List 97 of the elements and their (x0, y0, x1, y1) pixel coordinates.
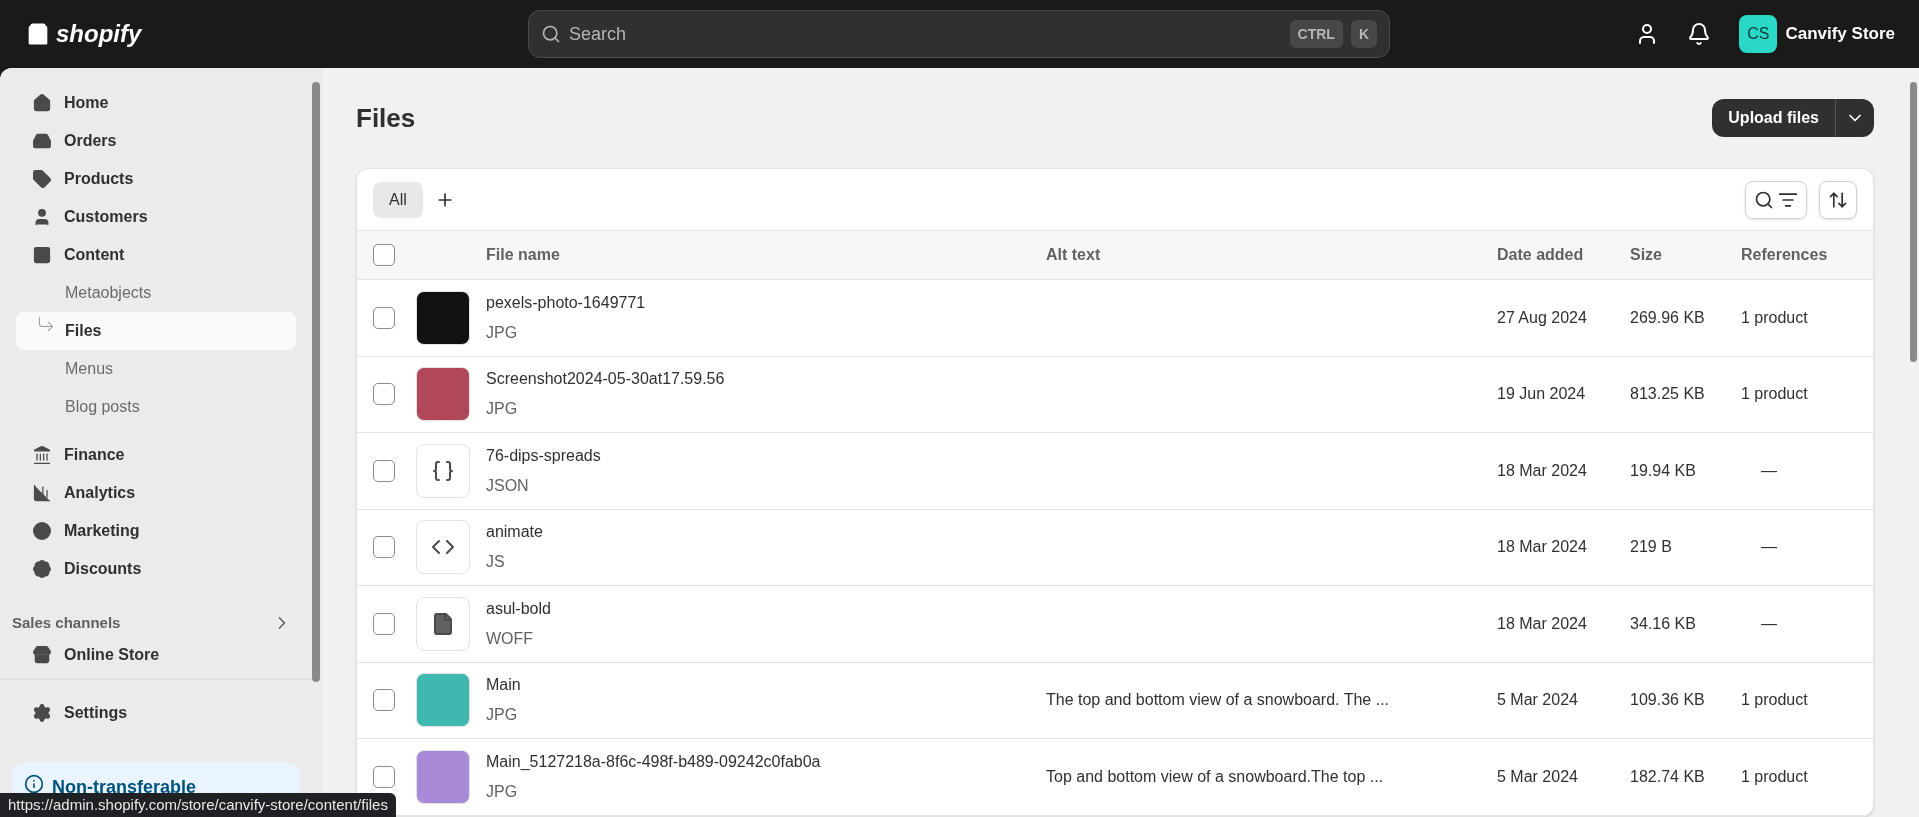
nav-icon (32, 131, 52, 151)
checkbox[interactable] (373, 306, 395, 329)
date-cell-text: 5 Mar 2024 (1497, 690, 1579, 711)
search-field[interactable]: Search (569, 20, 1282, 48)
nav-subitem[interactable]: Files (16, 312, 296, 350)
references-cell-text: 1 product (1741, 766, 1809, 787)
branch-icon (36, 314, 56, 334)
nav-subitem[interactable]: Metaobjects (16, 274, 296, 312)
nav-item[interactable]: Customers (16, 198, 296, 236)
nav-icon (32, 559, 52, 579)
column-header: File name (486, 245, 561, 265)
nav-icon (32, 702, 52, 723)
references-cell-text: 1 product (1741, 384, 1809, 405)
search-icon (541, 24, 561, 44)
store-name[interactable]: Canvify Store (1785, 21, 1895, 47)
date-cell-text: 18 Mar 2024 (1497, 613, 1588, 634)
column-header: Date added (1497, 245, 1585, 265)
file-name[interactable]: pexels-photo-1649771 (486, 290, 1046, 315)
shortcut-key: K (1350, 20, 1377, 48)
nav-subitem[interactable]: Menus (16, 350, 296, 388)
file-type: JPG (486, 705, 519, 726)
checkbox[interactable] (373, 536, 395, 559)
date-cell-text: 5 Mar 2024 (1497, 766, 1579, 787)
nav-icon (32, 644, 52, 665)
page-title: Files (356, 101, 416, 135)
sort-button[interactable] (1819, 180, 1857, 219)
size-cell-text: 219 B (1630, 537, 1673, 558)
nav-subitem[interactable]: Blog posts (16, 388, 296, 426)
file-type: JSON (486, 475, 530, 496)
nav-item[interactable]: Discounts (16, 550, 296, 588)
date-cell-text: 19 Jun 2024 (1497, 384, 1587, 405)
checkbox[interactable] (373, 765, 395, 788)
logo-text: shopify (56, 19, 142, 49)
size-cell-text: 269.96 KB (1630, 307, 1706, 328)
dropdown-button[interactable] (1836, 99, 1874, 137)
notification-icon[interactable] (1687, 22, 1712, 46)
column-header: Alt text (1046, 245, 1102, 265)
nav-item[interactable]: Products (16, 160, 296, 198)
file-name[interactable]: animate (486, 520, 1046, 545)
nav-item[interactable]: Orders (16, 122, 296, 160)
nav-item[interactable]: Content (16, 236, 296, 274)
nav-item[interactable]: Marketing (16, 512, 296, 550)
file-name[interactable]: Screenshot2024-05-30at17.59.56 (486, 367, 1046, 392)
column-header: References (1741, 245, 1829, 265)
size-cell-text: 813.25 KB (1630, 384, 1706, 405)
search-filter-button[interactable] (1745, 180, 1807, 219)
file-type: JPG (486, 781, 519, 802)
file-type: JPG (486, 399, 519, 420)
nav-item[interactable]: Online Store (16, 642, 296, 667)
nav-item[interactable]: Settings (16, 693, 296, 732)
checkbox[interactable] (373, 459, 395, 482)
filter-tab[interactable]: All (373, 181, 423, 218)
size-cell-text: 182.74 KB (1630, 766, 1706, 787)
nav-icon (32, 93, 52, 113)
checkbox[interactable] (373, 689, 395, 712)
checkbox[interactable] (373, 244, 395, 266)
store-avatar[interactable]: CS (1739, 15, 1778, 53)
info-icon (24, 773, 44, 794)
size-cell-text: 34.16 KB (1630, 613, 1697, 634)
file-name[interactable]: Main (486, 673, 1046, 698)
file-name[interactable]: 76-dips-spreads (486, 443, 1046, 468)
references-cell-text: — (1760, 613, 1778, 634)
upload-files-button[interactable]: Upload files (1712, 99, 1836, 137)
file-type: JPG (486, 322, 519, 343)
checkbox[interactable] (373, 612, 395, 635)
size-cell-text: 109.36 KB (1630, 690, 1706, 711)
nav-icon (32, 169, 52, 189)
alt-text-cell-text: Top and bottom view of a snowboard.The top ... (1046, 766, 1385, 787)
nav-item[interactable]: Home (16, 84, 296, 122)
references-cell-text: 1 product (1741, 307, 1809, 328)
checkbox[interactable] (373, 383, 395, 406)
nav-item[interactable]: Analytics (16, 474, 296, 512)
references-cell-text: — (1760, 537, 1778, 558)
nav-icon (32, 521, 52, 541)
file-name[interactable]: Main_5127218a-8f6c-498f-b489-09242c0fab0a (486, 749, 1046, 774)
shortcut-key: CTRL (1289, 20, 1343, 48)
alt-text-cell-text: The top and bottom view of a snowboard. The ... (1046, 690, 1390, 711)
file-type: WOFF (486, 628, 535, 649)
date-cell-text: 18 Mar 2024 (1497, 460, 1588, 481)
nav-icon (32, 445, 52, 465)
file-icon (431, 611, 455, 636)
date-cell-text: 18 Mar 2024 (1497, 537, 1588, 558)
section-heading: Sales channels (12, 613, 121, 633)
references-cell-text: 1 product (1741, 690, 1809, 711)
braces-icon (431, 458, 455, 483)
search-bar[interactable]: Search CTRL K (528, 10, 1390, 58)
status-url: https://admin.shopify.com/store/canvify-store/content/files (0, 793, 396, 817)
file-type: JS (486, 552, 506, 573)
nav-item[interactable]: Finance (16, 436, 296, 474)
references-cell-text: — (1760, 460, 1778, 481)
size-cell-text: 19.94 KB (1630, 460, 1697, 481)
date-cell-text: 27 Aug 2024 (1497, 307, 1588, 328)
nav-icon (32, 483, 52, 503)
column-header: Size (1630, 245, 1663, 265)
search-icon (1754, 189, 1774, 210)
nav-icon (32, 245, 52, 265)
file-name[interactable]: asul-bold (486, 596, 1046, 621)
